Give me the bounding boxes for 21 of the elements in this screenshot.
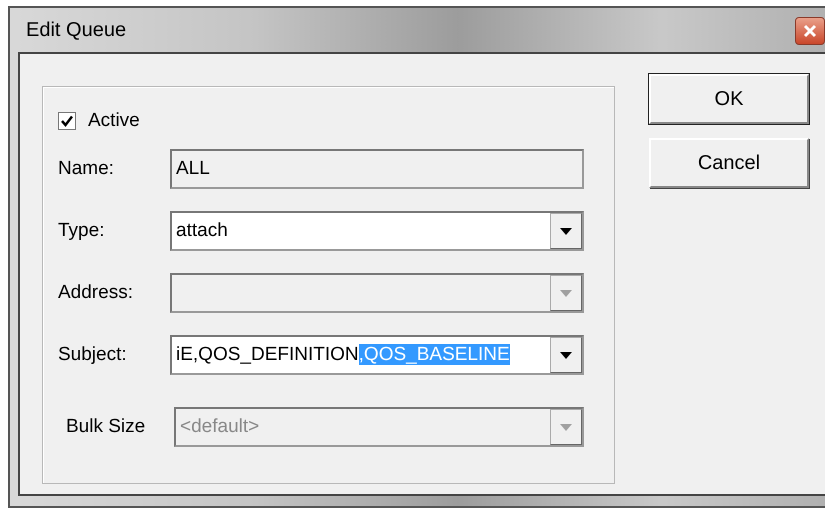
field-label: Subject: xyxy=(58,342,128,367)
combo-box[interactable]: attach xyxy=(170,211,584,251)
ok-button[interactable]: OK xyxy=(649,74,809,124)
field-label: Bulk Size xyxy=(66,414,146,439)
cancel-button[interactable]: Cancel xyxy=(649,138,809,188)
checkbox-label: Active xyxy=(88,108,140,133)
dropdown-button[interactable] xyxy=(550,337,582,373)
dropdown-button[interactable] xyxy=(550,213,582,249)
text-field[interactable]: ALL xyxy=(170,149,584,189)
combo-box[interactable]: iE,QOS_DEFINITION,QOS_BASELINE xyxy=(170,335,584,375)
dropdown-arrow-icon xyxy=(560,290,572,296)
dropdown-arrow-icon xyxy=(560,228,572,234)
dropdown-arrow-icon xyxy=(560,424,572,430)
close-button[interactable] xyxy=(795,17,825,45)
field-label: Name: xyxy=(58,156,115,181)
window-title: Edit Queue xyxy=(26,18,126,43)
close-icon xyxy=(803,24,817,38)
field-label: Type: xyxy=(58,218,106,243)
field-label: Address: xyxy=(58,280,134,305)
dropdown-arrow-icon xyxy=(560,352,572,358)
active-checkbox[interactable] xyxy=(58,112,76,130)
